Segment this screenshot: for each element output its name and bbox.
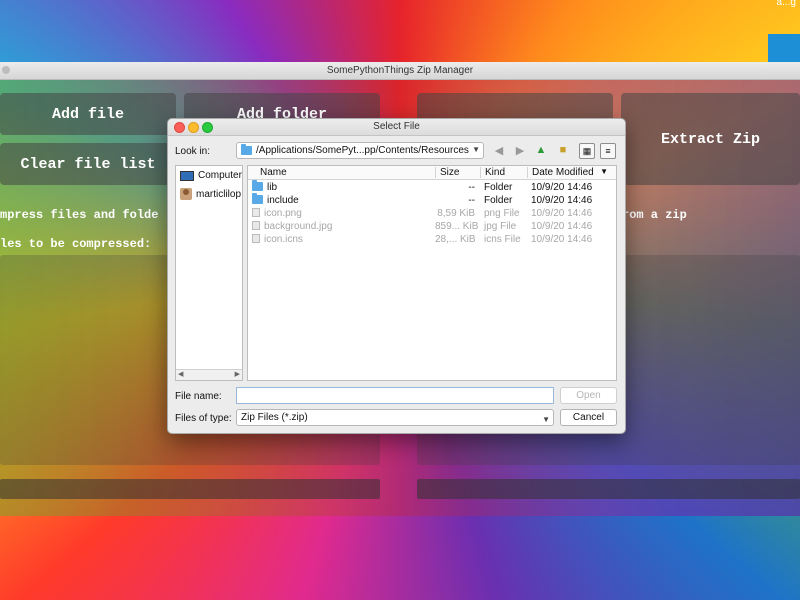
files-to-compress-label: les to be compressed: — [0, 237, 152, 251]
user-home-icon — [180, 188, 192, 200]
detail-view-icon[interactable]: ≡ — [600, 143, 616, 159]
sidebar-item-label: Computer — [198, 170, 242, 181]
list-view-icon[interactable]: ▦ — [579, 143, 595, 159]
scroll-right-icon[interactable]: ▶ — [235, 370, 240, 378]
file-row[interactable]: lib -- Folder 10/9/20 14:46 — [248, 180, 616, 194]
file-name-label: File name: — [175, 391, 222, 402]
chevron-down-icon: ▼ — [542, 415, 550, 424]
dialog-titlebar: Select File — [168, 119, 625, 136]
minimize-icon[interactable] — [188, 122, 199, 133]
folder-icon — [252, 193, 263, 204]
file-row[interactable]: icon.png 8,59 KiB png File 10/9/20 14:46 — [248, 207, 616, 220]
file-size-cell: 859... KiB — [435, 221, 479, 232]
file-size-cell: -- — [468, 182, 475, 193]
file-date-cell: 10/9/20 14:46 — [531, 208, 593, 219]
file-type-select[interactable]: Zip Files (*.zip) ▼ — [236, 409, 554, 426]
corner-patch — [768, 34, 800, 62]
file-date-cell: 10/9/20 14:46 — [531, 221, 593, 232]
compress-progress-bar — [0, 479, 380, 499]
back-icon[interactable]: ◀ — [492, 143, 506, 157]
extract-progress-bar — [417, 479, 800, 499]
compress-label: mpress files and folde — [0, 208, 159, 222]
file-kind-cell: jpg File — [484, 221, 517, 232]
file-name-text: background.jpg — [264, 221, 333, 232]
dialog-title: Select File — [373, 121, 420, 132]
file-icon — [252, 208, 260, 217]
app-title: SomePythonThings Zip Manager — [326, 65, 474, 76]
new-folder-icon[interactable]: ■ — [556, 143, 570, 157]
window-control-dot[interactable] — [2, 66, 10, 74]
file-list-header: Name Size Kind Date Modified ▼ — [248, 166, 616, 180]
sidebar-item-computer[interactable]: Computer — [180, 170, 242, 181]
file-date-cell: 10/9/20 14:46 — [531, 182, 593, 193]
file-name-cell: include — [252, 193, 299, 207]
file-list: Name Size Kind Date Modified ▼ lib -- Fold… — [247, 165, 617, 381]
file-date-cell: 10/9/20 14:46 — [531, 195, 593, 206]
open-button[interactable]: Open — [560, 387, 617, 404]
sidebar-item-home[interactable]: marticlilop — [180, 188, 241, 200]
file-size-cell: -- — [468, 195, 475, 206]
clear-file-list-button[interactable]: Clear file list — [0, 143, 176, 185]
file-name-text: icon.icns — [264, 234, 303, 245]
file-row[interactable]: icon.icns 28,... KiB icns File 10/9/20 14:4… — [248, 233, 616, 246]
column-size[interactable]: Size — [435, 167, 459, 178]
file-row[interactable]: background.jpg 859... KiB jpg File 10/9/20 … — [248, 220, 616, 233]
files-of-type-label: Files of type: — [175, 413, 232, 424]
computer-icon — [180, 170, 194, 181]
folder-icon — [252, 180, 263, 191]
file-size-cell: 8,59 KiB — [437, 208, 475, 219]
select-file-dialog: Select File Look in: /Applications/SomeP… — [167, 118, 626, 434]
parent-directory-icon[interactable]: ▲ — [534, 143, 548, 157]
look-in-path: /Applications/SomePyt...pp/Contents/Reso… — [256, 145, 469, 156]
look-in-label: Look in: — [175, 146, 211, 157]
column-date-modified[interactable]: Date Modified — [527, 167, 594, 178]
look-in-combo[interactable]: /Applications/SomePyt...pp/Contents/Reso… — [236, 142, 484, 159]
file-kind-cell: Folder — [484, 195, 513, 206]
sort-descending-icon: ▼ — [600, 167, 608, 176]
file-date-cell: 10/9/20 14:46 — [531, 234, 593, 245]
maximize-icon[interactable] — [202, 122, 213, 133]
file-size-cell: 28,... KiB — [435, 234, 476, 245]
file-name-cell: icon.icns — [252, 233, 303, 246]
extract-zip-button[interactable]: Extract Zip — [621, 93, 800, 185]
scroll-left-icon[interactable]: ◀ — [178, 370, 183, 378]
sidebar: Computer marticlilop ◀ ▶ — [175, 165, 243, 381]
file-name-input[interactable] — [236, 387, 554, 404]
file-kind-cell: png File — [484, 208, 520, 219]
folder-icon — [241, 144, 252, 155]
file-type-value: Zip Files (*.zip) — [241, 412, 308, 423]
cancel-button[interactable]: Cancel — [560, 409, 617, 426]
file-name-text: lib — [267, 182, 278, 193]
close-icon[interactable] — [174, 122, 185, 133]
corner-text: a...g — [776, 0, 796, 8]
file-name-text: include — [267, 195, 299, 206]
forward-icon[interactable]: ▶ — [513, 143, 527, 157]
file-name-cell: icon.png — [252, 207, 302, 220]
file-row[interactable]: include -- Folder 10/9/20 14:46 — [248, 193, 616, 207]
sidebar-scrollbar[interactable]: ◀ ▶ — [176, 369, 242, 380]
app-titlebar: SomePythonThings Zip Manager — [0, 62, 800, 80]
add-file-button[interactable]: Add file — [0, 93, 176, 135]
file-name-cell: background.jpg — [252, 220, 332, 233]
file-kind-cell: icns File — [484, 234, 521, 245]
chevron-down-icon: ▼ — [472, 145, 480, 154]
file-name-text: icon.png — [264, 208, 302, 219]
extract-from-zip-label: rom a zip — [622, 208, 687, 222]
column-kind[interactable]: Kind — [480, 167, 505, 178]
file-kind-cell: Folder — [484, 182, 513, 193]
column-name[interactable]: Name — [256, 167, 287, 178]
sidebar-item-label: marticlilop — [196, 188, 242, 200]
file-icon — [252, 221, 260, 230]
file-icon — [252, 234, 260, 243]
